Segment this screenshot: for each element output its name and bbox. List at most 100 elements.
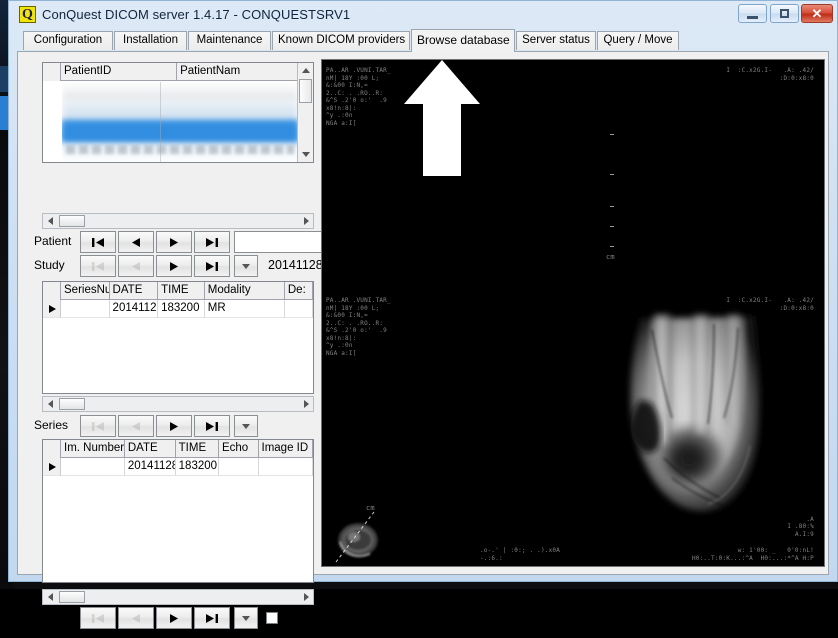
first-record-button[interactable] xyxy=(80,415,116,437)
column-header-description[interactable]: De: xyxy=(285,282,313,300)
scroll-left-button[interactable] xyxy=(43,397,57,411)
tab-query-move[interactable]: Query / Move xyxy=(597,31,679,50)
column-header-patientname[interactable]: PatientNam xyxy=(177,63,313,81)
cell-echo xyxy=(219,458,259,476)
first-record-button[interactable] xyxy=(80,231,116,253)
tab-server-status[interactable]: Server status xyxy=(516,31,596,50)
cell-description xyxy=(285,300,313,318)
chevron-right-icon xyxy=(304,400,309,408)
up-arrow-annotation-icon xyxy=(404,60,480,176)
scroll-right-button[interactable] xyxy=(299,590,313,604)
series-dropdown-button[interactable] xyxy=(234,415,258,437)
mr-image[interactable] xyxy=(568,308,822,560)
last-record-button[interactable] xyxy=(194,415,230,437)
first-record-button[interactable] xyxy=(80,607,116,629)
maximize-button[interactable] xyxy=(770,4,799,23)
patient-navigator: Patient xyxy=(34,231,314,253)
next-record-button[interactable] xyxy=(156,231,192,253)
title-bar[interactable]: Q ConQuest DICOM server 1.4.17 - CONQUES… xyxy=(9,1,837,28)
tab-configuration[interactable]: Configuration xyxy=(23,31,113,50)
scrollbar-thumb[interactable] xyxy=(59,215,85,227)
column-header-date[interactable]: DATE xyxy=(125,440,176,458)
patient-vertical-scrollbar[interactable] xyxy=(297,63,313,162)
first-record-button[interactable] xyxy=(80,255,116,277)
close-icon: ✕ xyxy=(812,7,823,20)
scroll-right-button[interactable] xyxy=(299,397,313,411)
column-header-seriesnum[interactable]: SeriesNu xyxy=(61,282,110,300)
row-gutter-header xyxy=(43,440,61,458)
scroll-right-button[interactable] xyxy=(299,214,313,228)
scroll-down-button[interactable] xyxy=(298,147,313,162)
minimize-button[interactable] xyxy=(738,4,767,23)
scrollbar-thumb[interactable] xyxy=(59,398,85,410)
view-incoming-label[interactable]: View incoming xyxy=(283,610,331,638)
next-record-button[interactable] xyxy=(156,255,192,277)
study-dropdown-button[interactable] xyxy=(234,255,258,277)
dicom-image-viewer[interactable]: cm xyxy=(321,59,825,567)
column-header-modality[interactable]: Modality xyxy=(205,282,285,300)
patient-table[interactable]: PatientID PatientNam xyxy=(42,62,314,163)
chevron-down-icon xyxy=(242,264,250,269)
previous-record-button[interactable] xyxy=(118,255,154,277)
column-header-date[interactable]: DATE xyxy=(110,282,159,300)
last-record-button[interactable] xyxy=(194,255,230,277)
column-header-imnumber[interactable]: Im. Number xyxy=(61,440,125,458)
previous-record-button[interactable] xyxy=(118,415,154,437)
tab-maintenance[interactable]: Maintenance xyxy=(188,31,271,50)
overlay-text-top-left-secondary: PA..AR .VUNI.TAR_ nM| 18Y :00 L; &:&00 I… xyxy=(326,297,391,357)
close-button[interactable]: ✕ xyxy=(801,4,833,23)
column-header-time[interactable]: TIME xyxy=(158,282,205,300)
view-incoming-checkbox[interactable] xyxy=(266,612,278,624)
previous-record-button[interactable] xyxy=(118,607,154,629)
scroll-up-button[interactable] xyxy=(298,63,313,78)
patient-table-header: PatientID PatientNam xyxy=(43,63,313,81)
image-horizontal-scrollbar[interactable] xyxy=(42,589,314,605)
patient-horizontal-scrollbar[interactable] xyxy=(42,213,314,229)
next-record-button[interactable] xyxy=(156,607,192,629)
patient-rows-redacted[interactable] xyxy=(62,82,298,162)
maximize-icon xyxy=(780,9,789,18)
tab-known-dicom-providers[interactable]: Known DICOM providers xyxy=(272,31,410,50)
scout-scale-label: cm xyxy=(366,505,375,513)
cell-modality: MR xyxy=(205,300,285,318)
row-gutter-header xyxy=(43,63,61,81)
chevron-left-icon xyxy=(48,217,53,225)
row-selector[interactable] xyxy=(43,300,61,318)
patient-row-redacted[interactable] xyxy=(62,82,298,102)
image-dropdown-button[interactable] xyxy=(234,607,258,629)
column-header-patientid[interactable]: PatientID xyxy=(61,63,177,81)
image-table[interactable]: Im. Number DATE TIME Echo Image ID 20141… xyxy=(42,439,314,583)
minimize-icon xyxy=(747,16,758,19)
chevron-right-icon xyxy=(304,593,309,601)
patient-row-redacted[interactable] xyxy=(62,102,298,122)
study-date-value: 20141128 xyxy=(268,258,323,272)
tab-browse-database[interactable]: Browse database xyxy=(411,29,515,52)
window-title: ConQuest DICOM server 1.4.17 - CONQUESTS… xyxy=(42,6,350,24)
scroll-left-button[interactable] xyxy=(43,214,57,228)
last-record-button[interactable] xyxy=(194,231,230,253)
ruler-tick xyxy=(610,246,614,247)
study-nav-label: Study xyxy=(34,258,65,272)
scroll-left-button[interactable] xyxy=(43,590,57,604)
next-record-button[interactable] xyxy=(156,415,192,437)
previous-record-button[interactable] xyxy=(118,231,154,253)
ruler-tick xyxy=(610,206,614,207)
conquest-app-icon: Q xyxy=(19,6,36,23)
last-record-button[interactable] xyxy=(194,607,230,629)
patient-row-selected[interactable] xyxy=(62,120,298,142)
table-row[interactable]: 20141128 183200 MR xyxy=(43,300,313,318)
scrollbar-thumb[interactable] xyxy=(299,79,312,103)
column-header-time[interactable]: TIME xyxy=(176,440,219,458)
scrollbar-thumb[interactable] xyxy=(59,591,85,603)
desktop-background: Q ConQuest DICOM server 1.4.17 - CONQUES… xyxy=(0,0,838,589)
tab-bar: ConfigurationInstallationMaintenanceKnow… xyxy=(17,29,829,51)
series-table[interactable]: SeriesNu DATE TIME Modality De: 20141128… xyxy=(42,281,314,394)
row-selector[interactable] xyxy=(43,458,61,476)
column-header-imageid[interactable]: Image ID xyxy=(259,440,314,458)
column-header-echo[interactable]: Echo xyxy=(219,440,259,458)
table-row[interactable]: 20141128 183200 xyxy=(43,458,313,476)
series-horizontal-scrollbar[interactable] xyxy=(42,396,314,412)
scout-localizer-image[interactable] xyxy=(330,510,392,567)
chevron-down-icon xyxy=(302,152,310,157)
tab-installation[interactable]: Installation xyxy=(114,31,187,50)
